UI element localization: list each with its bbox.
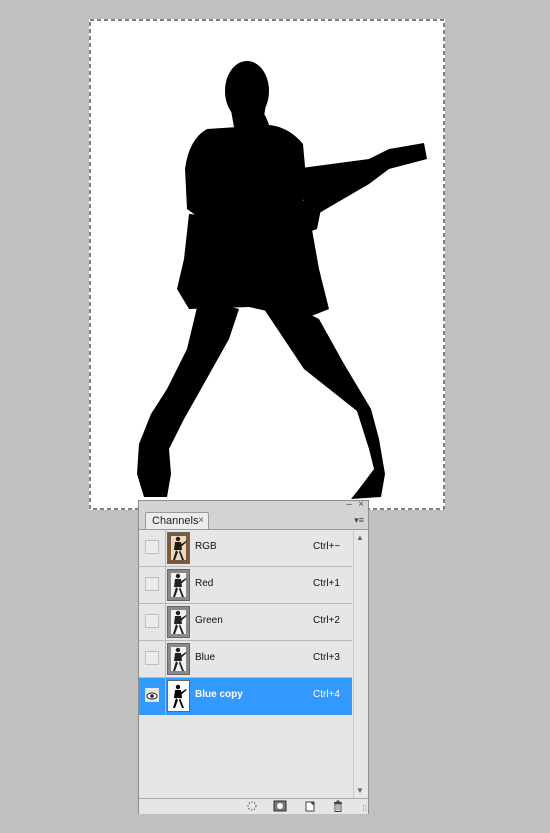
channel-name: Blue [195, 652, 216, 663]
column-divider [165, 604, 166, 641]
channel-shortcut: Ctrl+4 [313, 689, 340, 700]
visibility-toggle[interactable] [145, 614, 159, 628]
close-panel-button[interactable]: × [356, 500, 366, 510]
scroll-up-icon[interactable]: ▲ [356, 533, 364, 542]
channels-panel: ‒ × Channels × ▾≡ RGB Ctrl+~ Red Ctrl+1 Gree… [138, 500, 369, 814]
load-selection-icon[interactable] [245, 800, 259, 812]
channel-list: RGB Ctrl+~ Red Ctrl+1 Green Ctrl+2 Blue Ctrl+3 B… [139, 530, 352, 798]
resize-grip-icon[interactable]: ⁞⁞ [363, 804, 367, 813]
channel-thumbnail[interactable] [167, 532, 190, 564]
panel-menu-icon[interactable]: ▾≡ [352, 515, 366, 525]
channel-row[interactable]: Blue copy Ctrl+4 [139, 678, 352, 715]
panel-title-bar[interactable]: ‒ × [139, 500, 368, 511]
panel-tab-strip: Channels × ▾≡ [139, 511, 368, 530]
channel-shortcut: Ctrl+~ [313, 541, 341, 552]
tab-label: Channels [152, 515, 199, 527]
visibility-toggle[interactable] [145, 540, 159, 554]
visibility-toggle[interactable] [145, 651, 159, 665]
channel-shortcut: Ctrl+1 [313, 578, 340, 589]
panel-footer: ⁞⁞ [139, 798, 368, 814]
column-divider [165, 641, 166, 678]
channel-name: Green [195, 615, 223, 626]
channel-row[interactable]: Green Ctrl+2 [139, 604, 352, 641]
channel-name: RGB [195, 541, 217, 552]
new-channel-icon[interactable] [303, 800, 317, 812]
channel-thumbnail[interactable] [167, 680, 190, 712]
eye-icon [146, 692, 158, 700]
channel-name: Red [195, 578, 214, 589]
channel-row[interactable]: Blue Ctrl+3 [139, 641, 352, 678]
channel-row[interactable]: Red Ctrl+1 [139, 567, 352, 604]
visibility-toggle[interactable] [145, 688, 159, 702]
channel-name: Blue copy [195, 689, 243, 700]
channel-thumbnail[interactable] [167, 606, 190, 638]
channel-shortcut: Ctrl+2 [313, 615, 340, 626]
scrollbar[interactable]: ▲ ▼ [353, 530, 367, 798]
document-canvas[interactable] [89, 19, 445, 510]
scroll-down-icon[interactable]: ▼ [356, 786, 364, 795]
save-selection-icon[interactable] [273, 800, 287, 812]
channel-shortcut: Ctrl+3 [313, 652, 340, 663]
visibility-toggle[interactable] [145, 577, 159, 591]
tab-channels[interactable]: Channels × [145, 512, 209, 529]
column-divider [165, 678, 166, 715]
channel-thumbnail[interactable] [167, 643, 190, 675]
column-divider [165, 530, 166, 567]
channel-row[interactable]: RGB Ctrl+~ [139, 530, 352, 567]
tab-close-icon[interactable]: × [198, 513, 204, 529]
channel-thumbnail[interactable] [167, 569, 190, 601]
trash-icon[interactable] [331, 800, 345, 812]
minimize-button[interactable]: ‒ [344, 500, 354, 510]
column-divider [165, 567, 166, 604]
silhouette-image [89, 19, 445, 510]
